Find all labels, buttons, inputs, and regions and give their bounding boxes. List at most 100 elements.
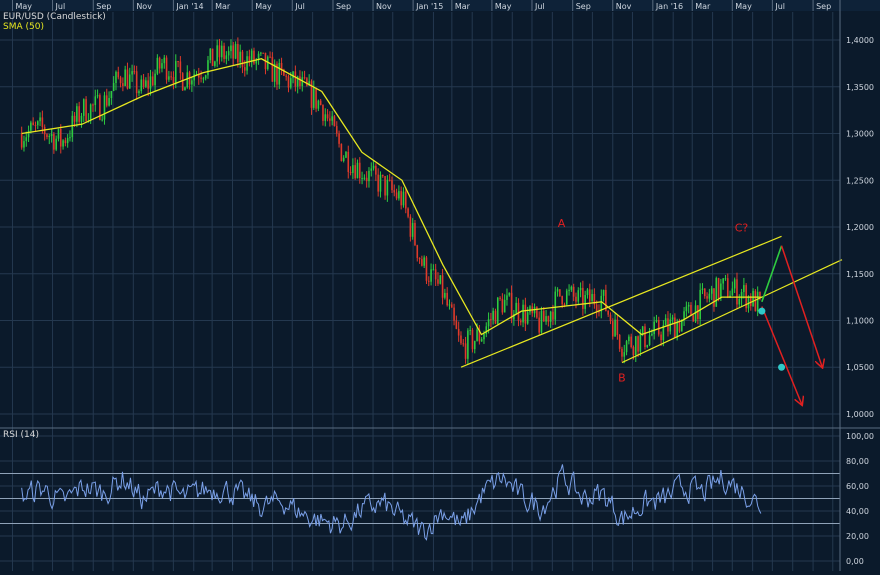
candle-body: [651, 334, 653, 336]
candle-body: [595, 304, 598, 312]
candle-body: [50, 134, 53, 137]
candle-body: [713, 288, 715, 307]
rsi-tick-label: 40,00: [846, 507, 869, 516]
rsi-tick-label: 0,00: [846, 557, 864, 566]
candle-body: [570, 286, 573, 290]
candle-body: [496, 297, 499, 324]
x-tick-label: Mar: [215, 2, 231, 11]
candle-body: [340, 143, 343, 161]
candle-body: [467, 330, 469, 359]
candle-body: [147, 80, 149, 89]
candle-body: [220, 45, 223, 58]
candle-body: [142, 79, 145, 87]
candle-body: [552, 311, 554, 320]
candle-body: [36, 121, 39, 126]
candle-body: [174, 61, 177, 84]
candle-body: [285, 75, 287, 77]
candle-body: [55, 138, 57, 150]
candle-body: [554, 291, 557, 320]
candle-body: [165, 57, 168, 80]
candle-body: [124, 69, 126, 86]
candle-body: [59, 129, 62, 147]
candle-body: [517, 302, 520, 321]
candle-body: [736, 279, 738, 305]
candle-body: [542, 310, 545, 322]
candle-body: [317, 100, 320, 109]
candle-body: [48, 136, 51, 138]
candle-body: [492, 310, 494, 320]
candle-body: [657, 320, 660, 335]
candle-body: [76, 106, 78, 122]
candle-body: [628, 336, 630, 342]
candle-body: [490, 319, 492, 321]
candle-body: [158, 57, 161, 69]
candle-body: [476, 329, 478, 341]
candle-body: [545, 316, 547, 322]
candle-body: [577, 290, 580, 302]
candle-body: [559, 289, 561, 297]
x-tick-label: Jul: [774, 2, 785, 11]
candle-body: [427, 280, 430, 282]
candle-body: [678, 322, 681, 332]
candle-body: [154, 73, 156, 86]
candle-body: [421, 259, 423, 266]
candle-body: [322, 104, 324, 121]
candle-body: [671, 317, 674, 320]
candle-body: [315, 87, 317, 109]
candle-body: [299, 76, 301, 87]
candle-body: [660, 334, 662, 341]
candle-body: [464, 343, 467, 359]
candle-body: [135, 71, 138, 94]
candle-body: [680, 319, 683, 332]
candle-body: [73, 115, 76, 122]
rsi-tick-label: 20,00: [846, 532, 869, 541]
candle-body: [710, 288, 713, 294]
candle-body: [404, 191, 407, 209]
candle-body: [687, 304, 690, 307]
candle-body: [365, 177, 368, 182]
candle-body: [347, 151, 350, 172]
candle-body: [503, 299, 506, 313]
candle-body: [556, 289, 559, 292]
candle-body: [572, 286, 575, 297]
candle-body: [69, 137, 71, 139]
candle-body: [508, 292, 511, 296]
candle-body: [292, 71, 294, 79]
candle-body: [471, 329, 474, 350]
chart-canvas[interactable]: A B C? May Jul Sep Nov Jan '14 Mar May Jul Sep Nov J…: [0, 0, 880, 571]
candle-body: [641, 326, 644, 335]
candle-body: [586, 289, 589, 296]
candle-body: [370, 168, 373, 171]
candle-body: [239, 51, 241, 63]
candle-body: [119, 77, 122, 84]
candle-body: [685, 306, 688, 312]
candle-body: [540, 310, 543, 333]
wave-label: A: [558, 217, 566, 230]
candle-body: [110, 90, 113, 99]
candle-body: [329, 118, 331, 121]
candle-body: [39, 117, 41, 122]
candle-body: [202, 78, 205, 80]
candle-body: [352, 165, 354, 173]
y-tick-label: 1,1000: [846, 316, 874, 325]
candle-body: [524, 304, 527, 324]
candle-body: [368, 170, 370, 182]
candle-body: [216, 45, 218, 62]
candle-body: [418, 257, 421, 260]
candle-body: [582, 287, 584, 309]
candle-body: [375, 165, 377, 175]
candle-body: [494, 310, 497, 324]
candle-body: [575, 296, 577, 302]
candle-body: [269, 56, 271, 58]
x-tick-label: Jul: [294, 2, 305, 11]
candle-body: [358, 162, 361, 179]
candle-body: [720, 283, 722, 298]
candle-body: [103, 95, 106, 120]
candle-body: [312, 87, 315, 108]
candle-body: [227, 51, 230, 56]
x-tick-label: Sep: [816, 2, 831, 11]
candle-body: [453, 307, 455, 321]
candle-body: [618, 334, 621, 349]
candle-body: [363, 177, 366, 179]
x-tick-label: Nov: [376, 2, 392, 11]
